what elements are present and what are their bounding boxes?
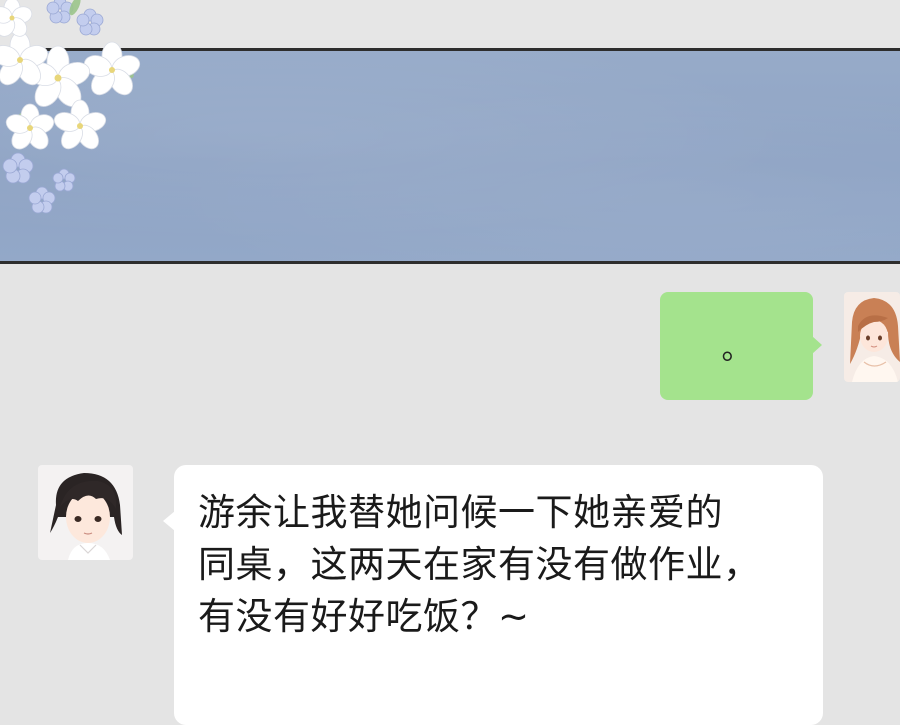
message-bubble-received[interactable]: 游余让我替她问候一下她亲爱的 同桌，这两天在家有没有做作业， 有没有好好吃饭？~ <box>163 465 823 725</box>
boy-avatar-icon[interactable] <box>38 465 133 560</box>
blossom-decoration-icon <box>0 0 141 214</box>
message-text-received: 游余让我替她问候一下她亲爱的 同桌，这两天在家有没有做作业， 有没有好好吃饭？~ <box>198 491 761 638</box>
message-text-sent: 。 <box>721 332 752 367</box>
girl-avatar-icon[interactable] <box>844 292 900 382</box>
message-bubble-sent[interactable]: 。 <box>660 292 822 400</box>
